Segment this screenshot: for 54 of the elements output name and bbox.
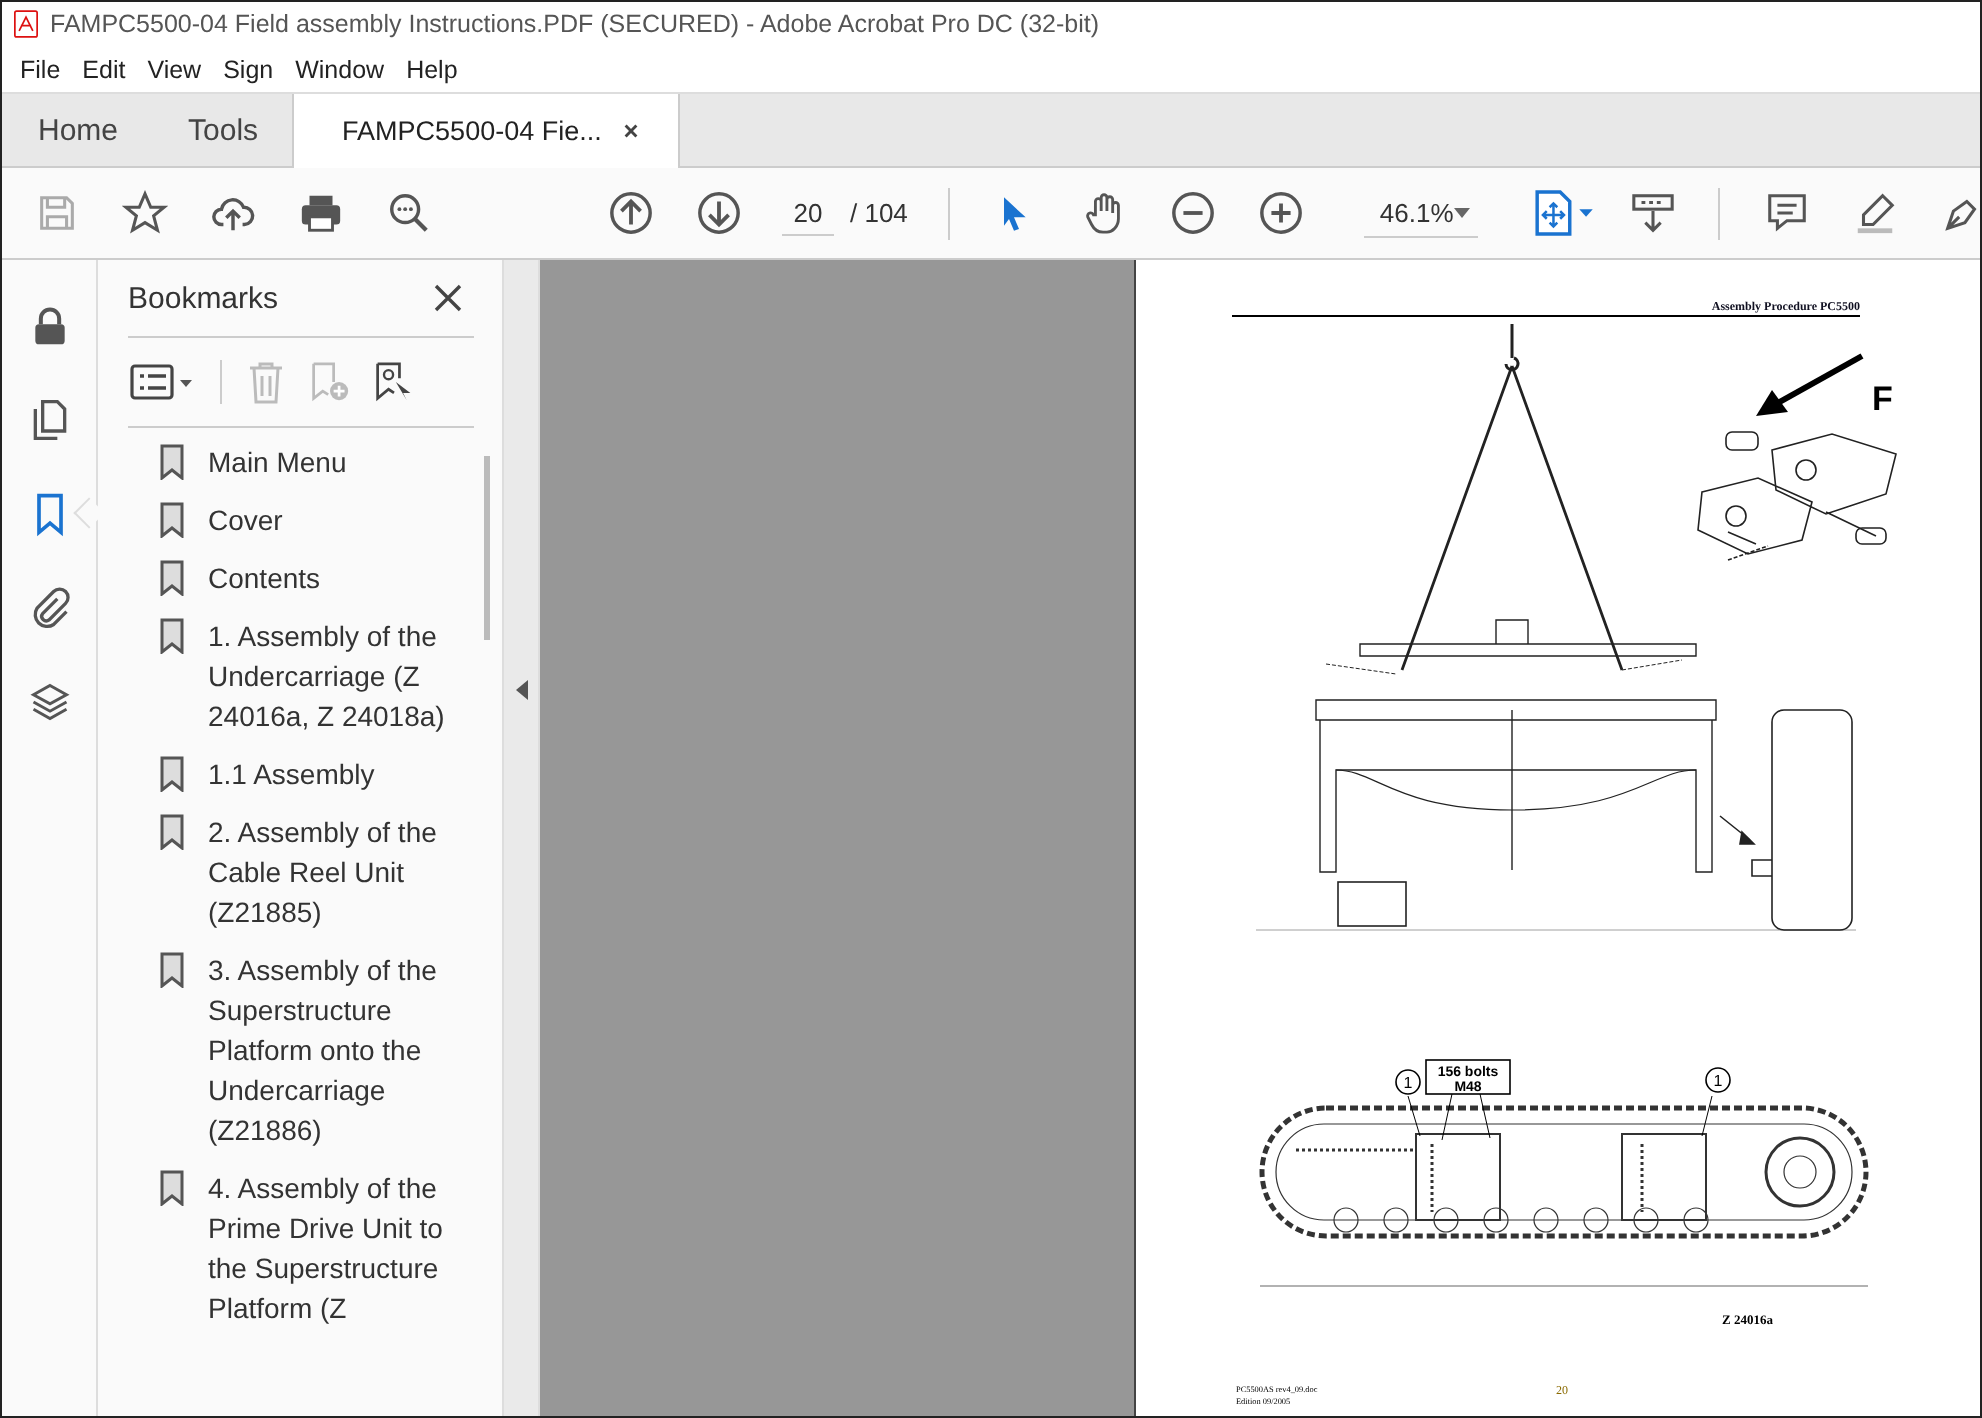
arrow-down-circle-icon[interactable] — [696, 190, 742, 236]
menu-item[interactable]: File — [10, 55, 73, 83]
bookmark-icon — [160, 618, 184, 654]
close-icon[interactable] — [621, 122, 640, 140]
bookmark-item[interactable]: Cover — [208, 500, 456, 540]
bookmark-icon — [160, 502, 184, 538]
tab[interactable]: FAMPC5500-04 Fie... — [292, 94, 681, 168]
layers-icon[interactable] — [27, 678, 71, 726]
bookmark-item[interactable]: Contents — [208, 558, 456, 598]
bookmark-icon — [160, 560, 184, 596]
bookmark-item[interactable]: 2. Assembly of the Cable Reel Unit (Z21885) — [208, 812, 456, 932]
page-total: / 104 — [850, 198, 908, 228]
caret-icon[interactable] — [1453, 207, 1470, 217]
arrow-drawing — [1756, 353, 1864, 416]
zoom-out-icon[interactable] — [1169, 190, 1216, 236]
arrow-up-circle-icon[interactable] — [608, 190, 654, 236]
scroll-mode-icon[interactable] — [1629, 190, 1676, 236]
scrollbar-thumb[interactable] — [484, 456, 490, 640]
menu-item[interactable]: Window — [285, 55, 397, 83]
tab[interactable]: Home — [2, 94, 153, 166]
bookmark-icon — [160, 444, 184, 480]
bookmark-item[interactable]: 3. Assembly of the Superstructure Platform onto the Undercarriage (Z21886) — [208, 950, 456, 1150]
bookmark-icon — [160, 756, 184, 792]
close-icon[interactable] — [434, 284, 462, 312]
bookmark-item[interactable]: 1. Assembly of the Undercarriage (Z 24016a, Z 24018a) — [208, 616, 456, 736]
bookmark-item[interactable]: 1.1 Assembly — [208, 754, 456, 794]
star-icon[interactable] — [122, 190, 168, 236]
tab[interactable]: Tools — [152, 94, 293, 166]
component-block — [1337, 881, 1407, 927]
page-number-field[interactable]: 20 — [782, 190, 834, 236]
print-icon[interactable] — [298, 190, 344, 236]
bookmark-icon — [160, 952, 184, 988]
bookmark-search-icon[interactable] — [374, 360, 414, 404]
fit-page-icon[interactable] — [1529, 190, 1598, 236]
options-menu-icon[interactable] — [128, 362, 196, 402]
collapse-arrow-icon[interactable] — [515, 680, 527, 700]
comment-icon[interactable] — [1763, 190, 1810, 236]
bookmark-item[interactable]: Main Menu — [208, 442, 456, 482]
zoom-in-icon[interactable] — [1257, 190, 1304, 236]
pdf-icon — [14, 10, 38, 38]
window-title: FAMPC5500-04 Field assembly Instructions.PDF (SECURED) - Adobe Acrobat Pro DC (32-bit) — [50, 10, 1099, 38]
bookmark-icon — [160, 1170, 184, 1206]
detail-label: F — [1872, 380, 1893, 418]
menu-item[interactable]: View — [137, 55, 214, 83]
bookmark-item[interactable]: 4. Assembly of the Prime Drive Unit to the Superstructure Platform (Z — [208, 1168, 456, 1328]
callout-number: 1 — [1713, 1072, 1723, 1090]
menu-item[interactable]: Help — [396, 55, 470, 83]
panel-title: Bookmarks — [128, 281, 279, 315]
bookmark-icon — [160, 814, 184, 850]
search-icon[interactable] — [386, 190, 432, 236]
menu-item[interactable]: Sign — [213, 55, 286, 83]
menu-item[interactable]: Edit — [72, 55, 138, 83]
callout-number: 1 — [1403, 1074, 1413, 1092]
zoom-dropdown[interactable]: 46.1% — [1363, 188, 1478, 238]
